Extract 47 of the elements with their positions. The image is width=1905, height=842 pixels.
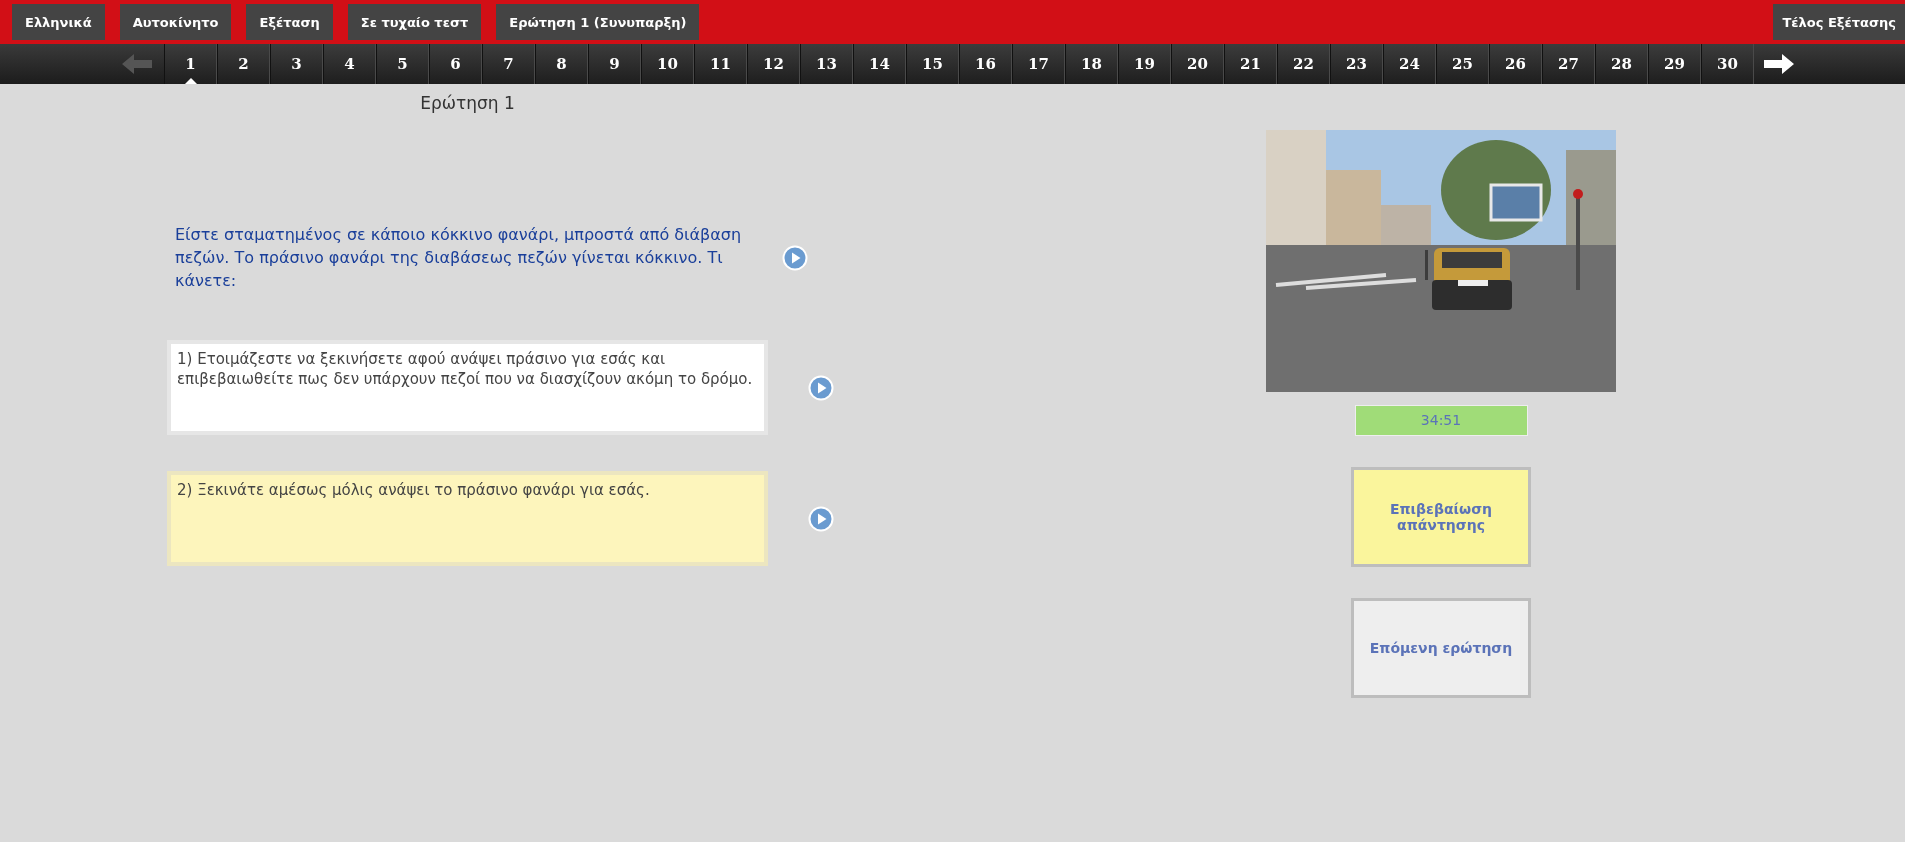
question-number-tab[interactable]: 20 (1171, 44, 1224, 84)
menu-button[interactable]: Σε τυχαίο τεστ (347, 4, 482, 40)
question-number-tab[interactable]: 11 (694, 44, 747, 84)
question-number-tab[interactable]: 28 (1595, 44, 1648, 84)
question-number-tab[interactable]: 16 (959, 44, 1012, 84)
question-number-tab[interactable]: 7 (482, 44, 535, 84)
question-number-tab[interactable]: 21 (1224, 44, 1277, 84)
menu-button[interactable]: Ελληνικά (12, 4, 105, 40)
question-number-tab[interactable]: 10 (641, 44, 694, 84)
question-number-tab[interactable]: 14 (853, 44, 906, 84)
question-number-tab[interactable]: 26 (1489, 44, 1542, 84)
play-icon[interactable] (808, 505, 834, 532)
next-question-button[interactable]: Επόμενη ερώτηση (1351, 598, 1531, 698)
question-number-tab[interactable]: 3 (270, 44, 323, 84)
question-number-tab[interactable]: 5 (376, 44, 429, 84)
question-number-tab[interactable]: 18 (1065, 44, 1118, 84)
question-text: Είστε σταματημένος σε κάποιο κόκκινο φανάρι, μπροστά από διάβαση πεζών. Το πράσινο φανάρι της διαβάσεως πεζών γίνεται κόκκινο. Τι κάνετε: (174, 224, 743, 292)
menu-button[interactable]: Εξέταση (246, 4, 333, 40)
question-number-tab[interactable]: 8 (535, 44, 588, 84)
question-number-tab[interactable]: 25 (1436, 44, 1489, 84)
question-number-tab[interactable]: 4 (323, 44, 376, 84)
question-number-tab[interactable]: 22 (1277, 44, 1330, 84)
question-number-tab[interactable]: 29 (1648, 44, 1701, 84)
question-number-tab[interactable]: 2 (217, 44, 270, 84)
question-number-tab[interactable]: 9 (588, 44, 641, 84)
confirm-answer-button[interactable]: Επιβεβαίωση απάντησης (1351, 467, 1531, 567)
right-arrow-icon[interactable] (1764, 54, 1794, 74)
question-number-tab[interactable]: 24 (1383, 44, 1436, 84)
question-number-tab[interactable]: 17 (1012, 44, 1065, 84)
answer-option[interactable]: 2) Ξεκινάτε αμέσως μόλις ανάψει το πράσινο φανάρι για εσάς. (167, 471, 768, 566)
end-exam-button[interactable]: Τέλος Εξέτασης (1773, 4, 1905, 40)
question-number-tab[interactable]: 23 (1330, 44, 1383, 84)
play-icon[interactable] (808, 374, 834, 401)
timer: 34:51 (1354, 405, 1528, 436)
answer-option[interactable]: 1) Ετοιμάζεστε να ξεκινήσετε αφού ανάψει πράσινο για εσάς και επιβεβαιωθείτε πως δεν υπάρχουν πεζοί που να διασχίζουν ακόμη το δρόμο. (167, 340, 768, 435)
question-number-tab[interactable]: 15 (906, 44, 959, 84)
question-number-tab[interactable]: 12 (747, 44, 800, 84)
question-number-tab[interactable]: 6 (429, 44, 482, 84)
question-number-tab[interactable]: 1 (164, 44, 217, 84)
menu-button[interactable]: Αυτοκίνητο (119, 4, 232, 40)
play-icon[interactable] (782, 244, 808, 271)
question-number-tab[interactable]: 13 (800, 44, 853, 84)
question-number-tab[interactable]: 19 (1118, 44, 1171, 84)
menu-button[interactable]: Ερώτηση 1 (Συνυπαρξη) (496, 4, 700, 40)
question-number-tab[interactable]: 27 (1542, 44, 1595, 84)
question-title: Ερώτηση 1 (419, 93, 516, 113)
question-number-tab[interactable]: 30 (1701, 44, 1754, 84)
